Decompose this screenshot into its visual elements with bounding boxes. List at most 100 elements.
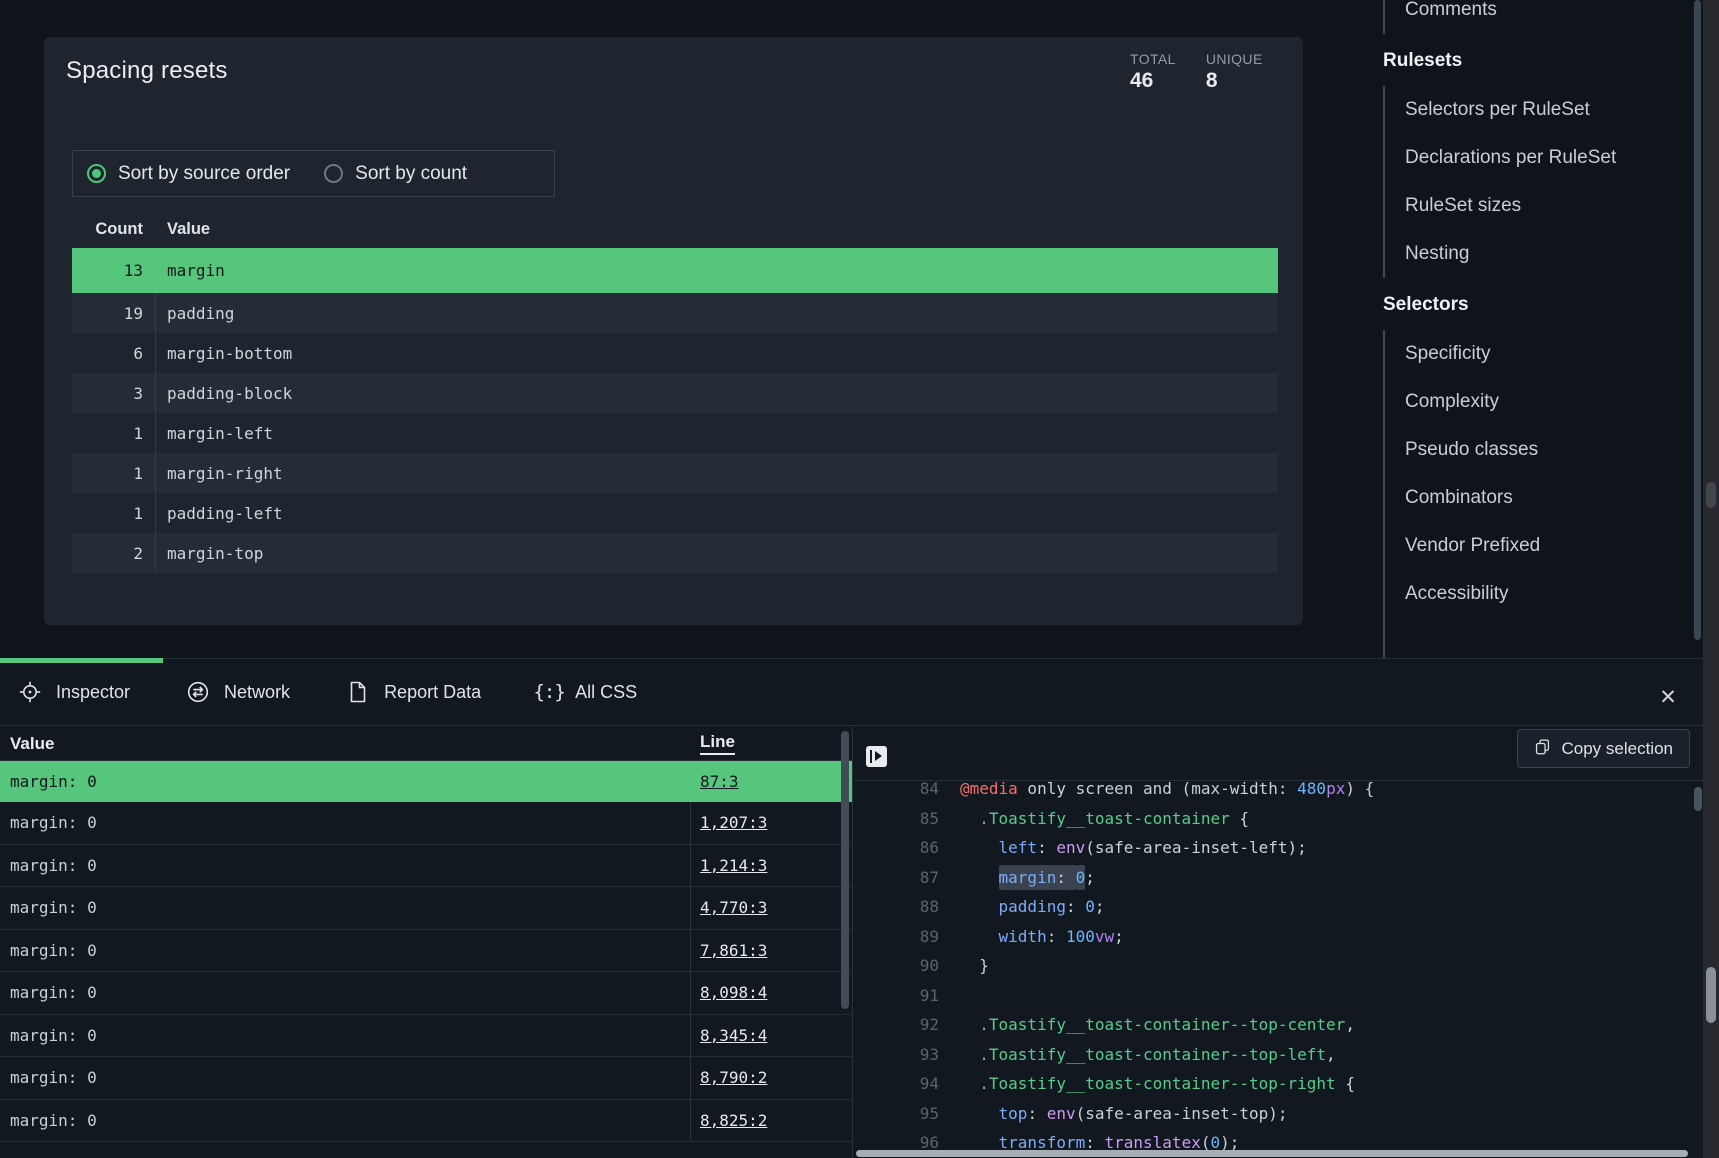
- code-vertical-scrollbar[interactable]: [1694, 787, 1702, 811]
- code-text: padding: 0;: [939, 892, 1105, 922]
- sidebar-item-declarations-per-ruleset[interactable]: Declarations per RuleSet: [1405, 134, 1699, 182]
- stat-label: TOTAL: [1130, 51, 1176, 67]
- network-icon: [186, 680, 210, 704]
- table-row[interactable]: margin: 0 8,790:2: [0, 1057, 852, 1100]
- table-row[interactable]: 6margin-bottom: [72, 333, 1278, 373]
- line-link[interactable]: 8,790:2: [700, 1068, 767, 1087]
- table-row[interactable]: margin: 01,207:3: [0, 802, 852, 845]
- line-number: 84: [854, 782, 939, 804]
- code-token: [960, 1074, 979, 1093]
- code-token: only screen and (max-width:: [1018, 782, 1297, 798]
- code-viewer[interactable]: 84@media only screen and (max-width: 480…: [854, 782, 1703, 1158]
- line-number: 95: [854, 1099, 939, 1129]
- code-token: :: [1056, 865, 1075, 890]
- row-value: margin-right: [143, 464, 283, 483]
- tab-label: Report Data: [384, 682, 481, 703]
- column-divider: [690, 1015, 691, 1057]
- code-line: 94 .Toastify__toast-container--top-right…: [854, 1069, 1703, 1099]
- code-token: px: [1326, 782, 1345, 798]
- code-line: 84@media only screen and (max-width: 480…: [854, 782, 1703, 804]
- table-row[interactable]: 13margin: [72, 248, 1278, 293]
- sidebar-item-selectors-per-ruleset[interactable]: Selectors per RuleSet: [1405, 86, 1699, 134]
- line-column-header[interactable]: Line: [700, 732, 735, 755]
- tab-report-data[interactable]: Report Data: [346, 680, 481, 704]
- copy-icon: [1534, 738, 1551, 760]
- line-link[interactable]: 4,770:3: [700, 898, 767, 917]
- line-link[interactable]: 8,345:4: [700, 1026, 767, 1045]
- row-count: 13: [72, 261, 143, 280]
- line-link[interactable]: 8,098:4: [700, 983, 767, 1002]
- line-number: 94: [854, 1069, 939, 1099]
- line-link[interactable]: 7,861:3: [700, 941, 767, 960]
- line-link[interactable]: 87:3: [700, 772, 739, 791]
- line-number: 86: [854, 833, 939, 863]
- expand-pane-icon[interactable]: [866, 746, 887, 767]
- table-row[interactable]: 1margin-left: [72, 413, 1278, 453]
- table-row[interactable]: 1padding-left: [72, 493, 1278, 533]
- sort-options-group: Sort by source order Sort by count: [72, 150, 555, 197]
- sidebar-item-nesting[interactable]: Nesting: [1405, 230, 1699, 278]
- tab-label: All CSS: [575, 682, 637, 703]
- line-number: 88: [854, 892, 939, 922]
- table-row[interactable]: margin: 08,098:4: [0, 972, 852, 1015]
- page-scrollbar[interactable]: [1703, 0, 1719, 1158]
- table-row[interactable]: margin: 0 7,861:3: [0, 930, 852, 973]
- row-value: margin: 0: [0, 898, 97, 917]
- table-row[interactable]: 19padding: [72, 293, 1278, 333]
- code-text: .Toastify__toast-container--top-center,: [939, 1010, 1355, 1040]
- tab-network[interactable]: Network: [186, 680, 290, 704]
- code-line: 93 .Toastify__toast-container--top-left,: [854, 1040, 1703, 1070]
- line-link[interactable]: 1,207:3: [700, 813, 767, 832]
- value-table-scrollbar[interactable]: [841, 731, 849, 1009]
- table-row[interactable]: 3padding-block: [72, 373, 1278, 413]
- page-scrollbar-thumb[interactable]: [1706, 967, 1716, 1023]
- code-token: .Toastify__toast-container--top-left: [979, 1045, 1326, 1064]
- close-icon[interactable]: ✕: [1655, 684, 1681, 710]
- row-value: margin: 0: [0, 1111, 97, 1130]
- sidebar-item-comments[interactable]: Comments: [1405, 0, 1699, 34]
- code-token: {: [1336, 1074, 1355, 1093]
- code-token: ;: [1085, 868, 1095, 887]
- code-token: [960, 809, 979, 828]
- code-line: 90 }: [854, 951, 1703, 981]
- sort-radio[interactable]: Sort by source order: [87, 163, 290, 185]
- braces-icon: {:}: [537, 680, 561, 704]
- page-scrollbar-thumb-upper[interactable]: [1706, 482, 1716, 508]
- table-row[interactable]: margin: 087:3: [0, 761, 852, 802]
- table-row[interactable]: margin: 01,214:3: [0, 845, 852, 888]
- sidebar-item-complexity[interactable]: Complexity: [1405, 378, 1699, 426]
- sort-radio[interactable]: Sort by count: [324, 163, 467, 185]
- stat-total: TOTAL46: [1130, 51, 1176, 93]
- tab-all-css[interactable]: {:} All CSS: [537, 680, 637, 704]
- table-row[interactable]: margin: 0 8,825:2: [0, 1100, 852, 1143]
- sidebar-item-vendor-prefixed[interactable]: Vendor Prefixed: [1405, 522, 1699, 570]
- sidebar-scrollbar[interactable]: [1694, 0, 1701, 640]
- code-text: @media only screen and (max-width: 480px…: [939, 782, 1374, 804]
- code-token: 0: [1076, 865, 1086, 890]
- sidebar-item-specificity[interactable]: Specificity: [1405, 330, 1699, 378]
- sidebar-item-ruleset-sizes[interactable]: RuleSet sizes: [1405, 182, 1699, 230]
- copy-selection-button[interactable]: Copy selection: [1517, 729, 1690, 768]
- row-value: margin: [143, 261, 225, 280]
- tab-inspector[interactable]: Inspector: [18, 680, 130, 704]
- code-token: [960, 1104, 999, 1123]
- row-value: margin-top: [143, 544, 263, 563]
- table-row[interactable]: 1margin-right: [72, 453, 1278, 493]
- table-row[interactable]: margin: 0 4,770:3: [0, 887, 852, 930]
- code-horizontal-scrollbar[interactable]: [856, 1150, 1688, 1157]
- line-link[interactable]: 8,825:2: [700, 1111, 767, 1130]
- sidebar-item-pseudo-classes[interactable]: Pseudo classes: [1405, 426, 1699, 474]
- line-link[interactable]: 1,214:3: [700, 856, 767, 875]
- sidebar-item-combinators[interactable]: Combinators: [1405, 474, 1699, 522]
- row-value: margin: 0: [0, 1068, 97, 1087]
- code-text: .Toastify__toast-container--top-right {: [939, 1069, 1355, 1099]
- page-title: Spacing resets: [66, 57, 228, 85]
- line-number: 89: [854, 922, 939, 952]
- code-text: [939, 981, 960, 1011]
- table-row[interactable]: 2margin-top: [72, 533, 1278, 573]
- sidebar-item-accessibility[interactable]: Accessibility: [1405, 570, 1699, 618]
- section-header-rulesets: Rulesets: [1383, 46, 1699, 76]
- table-row[interactable]: margin: 08,345:4: [0, 1015, 852, 1058]
- row-value: margin: 0: [0, 941, 97, 960]
- code-text: }: [939, 951, 989, 981]
